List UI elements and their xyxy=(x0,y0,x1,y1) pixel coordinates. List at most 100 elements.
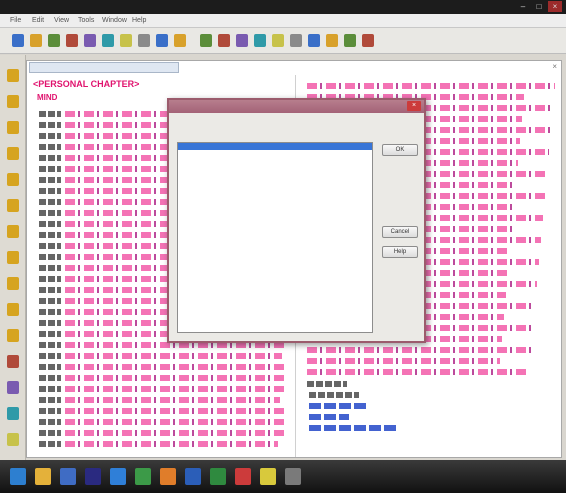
text-line xyxy=(39,111,61,117)
note-icon[interactable] xyxy=(7,277,19,290)
dialog-titlebar[interactable]: × xyxy=(169,100,424,113)
menu-file[interactable]: File xyxy=(10,17,21,24)
redo-icon[interactable] xyxy=(174,34,186,47)
text-line xyxy=(65,408,287,414)
folder-icon[interactable] xyxy=(285,468,301,485)
text-line xyxy=(309,425,399,431)
excel-icon[interactable] xyxy=(210,468,226,485)
undo-icon[interactable] xyxy=(156,34,168,47)
list-item[interactable] xyxy=(178,171,372,178)
settings-icon[interactable] xyxy=(7,407,19,420)
document-tab[interactable] xyxy=(29,62,179,73)
menu-view[interactable]: View xyxy=(54,17,69,24)
close-icon[interactable]: × xyxy=(548,1,562,12)
print-icon[interactable] xyxy=(66,34,78,47)
text-line xyxy=(39,397,61,403)
list-item[interactable] xyxy=(178,143,372,150)
list-item[interactable] xyxy=(178,157,372,164)
text-line xyxy=(39,276,61,282)
text-line xyxy=(39,386,61,392)
find-icon[interactable] xyxy=(84,34,96,47)
text-line xyxy=(39,243,61,249)
minimize-icon[interactable]: – xyxy=(516,1,530,12)
text-line xyxy=(307,347,531,353)
text-line xyxy=(39,155,61,161)
text-line xyxy=(39,232,61,238)
ref-icon[interactable] xyxy=(7,303,19,316)
menu-tools[interactable]: Tools xyxy=(78,17,94,24)
text-icon[interactable] xyxy=(7,225,19,238)
new-icon[interactable] xyxy=(12,34,24,47)
text-line xyxy=(39,188,61,194)
check-icon[interactable] xyxy=(7,329,19,342)
text-line xyxy=(307,381,347,387)
paint-icon[interactable] xyxy=(235,468,251,485)
list-icon[interactable] xyxy=(7,251,19,264)
document-subheading: MIND xyxy=(37,93,58,102)
copy-icon[interactable] xyxy=(120,34,132,47)
italic-icon[interactable] xyxy=(218,34,230,47)
pi-icon[interactable] xyxy=(7,173,19,186)
list-item[interactable] xyxy=(178,178,372,185)
spell-icon[interactable] xyxy=(326,34,338,47)
cut-icon[interactable] xyxy=(102,34,114,47)
menu-window[interactable]: Window xyxy=(102,17,127,24)
explorer-icon[interactable] xyxy=(35,468,51,485)
insert-icon[interactable] xyxy=(236,34,248,47)
list-item[interactable] xyxy=(178,213,372,220)
word-icon[interactable] xyxy=(185,468,201,485)
info-icon[interactable] xyxy=(7,433,19,446)
list-item[interactable] xyxy=(178,206,372,213)
text-line xyxy=(39,320,61,326)
validate-icon[interactable] xyxy=(7,355,19,368)
editor-icon[interactable] xyxy=(260,468,276,485)
zoom-icon[interactable] xyxy=(344,34,356,47)
table-icon[interactable] xyxy=(308,34,320,47)
entity-icon[interactable] xyxy=(7,121,19,134)
maximize-icon[interactable]: □ xyxy=(532,1,546,12)
help-icon[interactable] xyxy=(362,34,374,47)
list-item[interactable] xyxy=(178,192,372,199)
save-icon[interactable] xyxy=(48,34,60,47)
list-item[interactable] xyxy=(178,199,372,206)
text-line xyxy=(39,353,61,359)
mail-icon[interactable] xyxy=(110,468,126,485)
dialog-close-icon[interactable]: × xyxy=(407,101,421,111)
link-icon[interactable] xyxy=(272,34,284,47)
cancel-button[interactable]: Cancel xyxy=(382,226,418,238)
element-icon[interactable] xyxy=(7,69,19,82)
text-line xyxy=(39,221,61,227)
list-item[interactable] xyxy=(178,164,372,171)
attribute-icon[interactable] xyxy=(7,95,19,108)
comment-icon[interactable] xyxy=(7,147,19,160)
start-icon[interactable] xyxy=(10,468,26,485)
browser-icon[interactable] xyxy=(85,468,101,485)
text-line xyxy=(307,83,555,89)
ok-button[interactable]: OK xyxy=(382,144,418,156)
text-line xyxy=(39,287,61,293)
cdata-icon[interactable] xyxy=(7,199,19,212)
text-line xyxy=(309,392,359,398)
list-item[interactable] xyxy=(178,150,372,157)
menu-help[interactable]: Help xyxy=(132,17,146,24)
text-line xyxy=(65,397,280,403)
structure-icon[interactable] xyxy=(7,381,19,394)
open-icon[interactable] xyxy=(30,34,42,47)
image-icon[interactable] xyxy=(290,34,302,47)
text-line xyxy=(39,419,61,425)
bold-icon[interactable] xyxy=(200,34,212,47)
document-close-icon[interactable]: × xyxy=(552,62,557,71)
dialog: × OK Cancel Help xyxy=(167,98,426,343)
text-line xyxy=(39,430,61,436)
media-icon[interactable] xyxy=(60,468,76,485)
list-item[interactable] xyxy=(178,185,372,192)
firefox-icon[interactable] xyxy=(160,468,176,485)
help-button[interactable]: Help xyxy=(382,246,418,258)
screen: – □ × File Edit View Tools Window Help ×… xyxy=(0,0,566,493)
menu-edit[interactable]: Edit xyxy=(32,17,44,24)
chrome-icon[interactable] xyxy=(135,468,151,485)
paste-icon[interactable] xyxy=(138,34,150,47)
dialog-list[interactable] xyxy=(177,142,373,333)
text-line xyxy=(39,298,61,304)
tag-icon[interactable] xyxy=(254,34,266,47)
